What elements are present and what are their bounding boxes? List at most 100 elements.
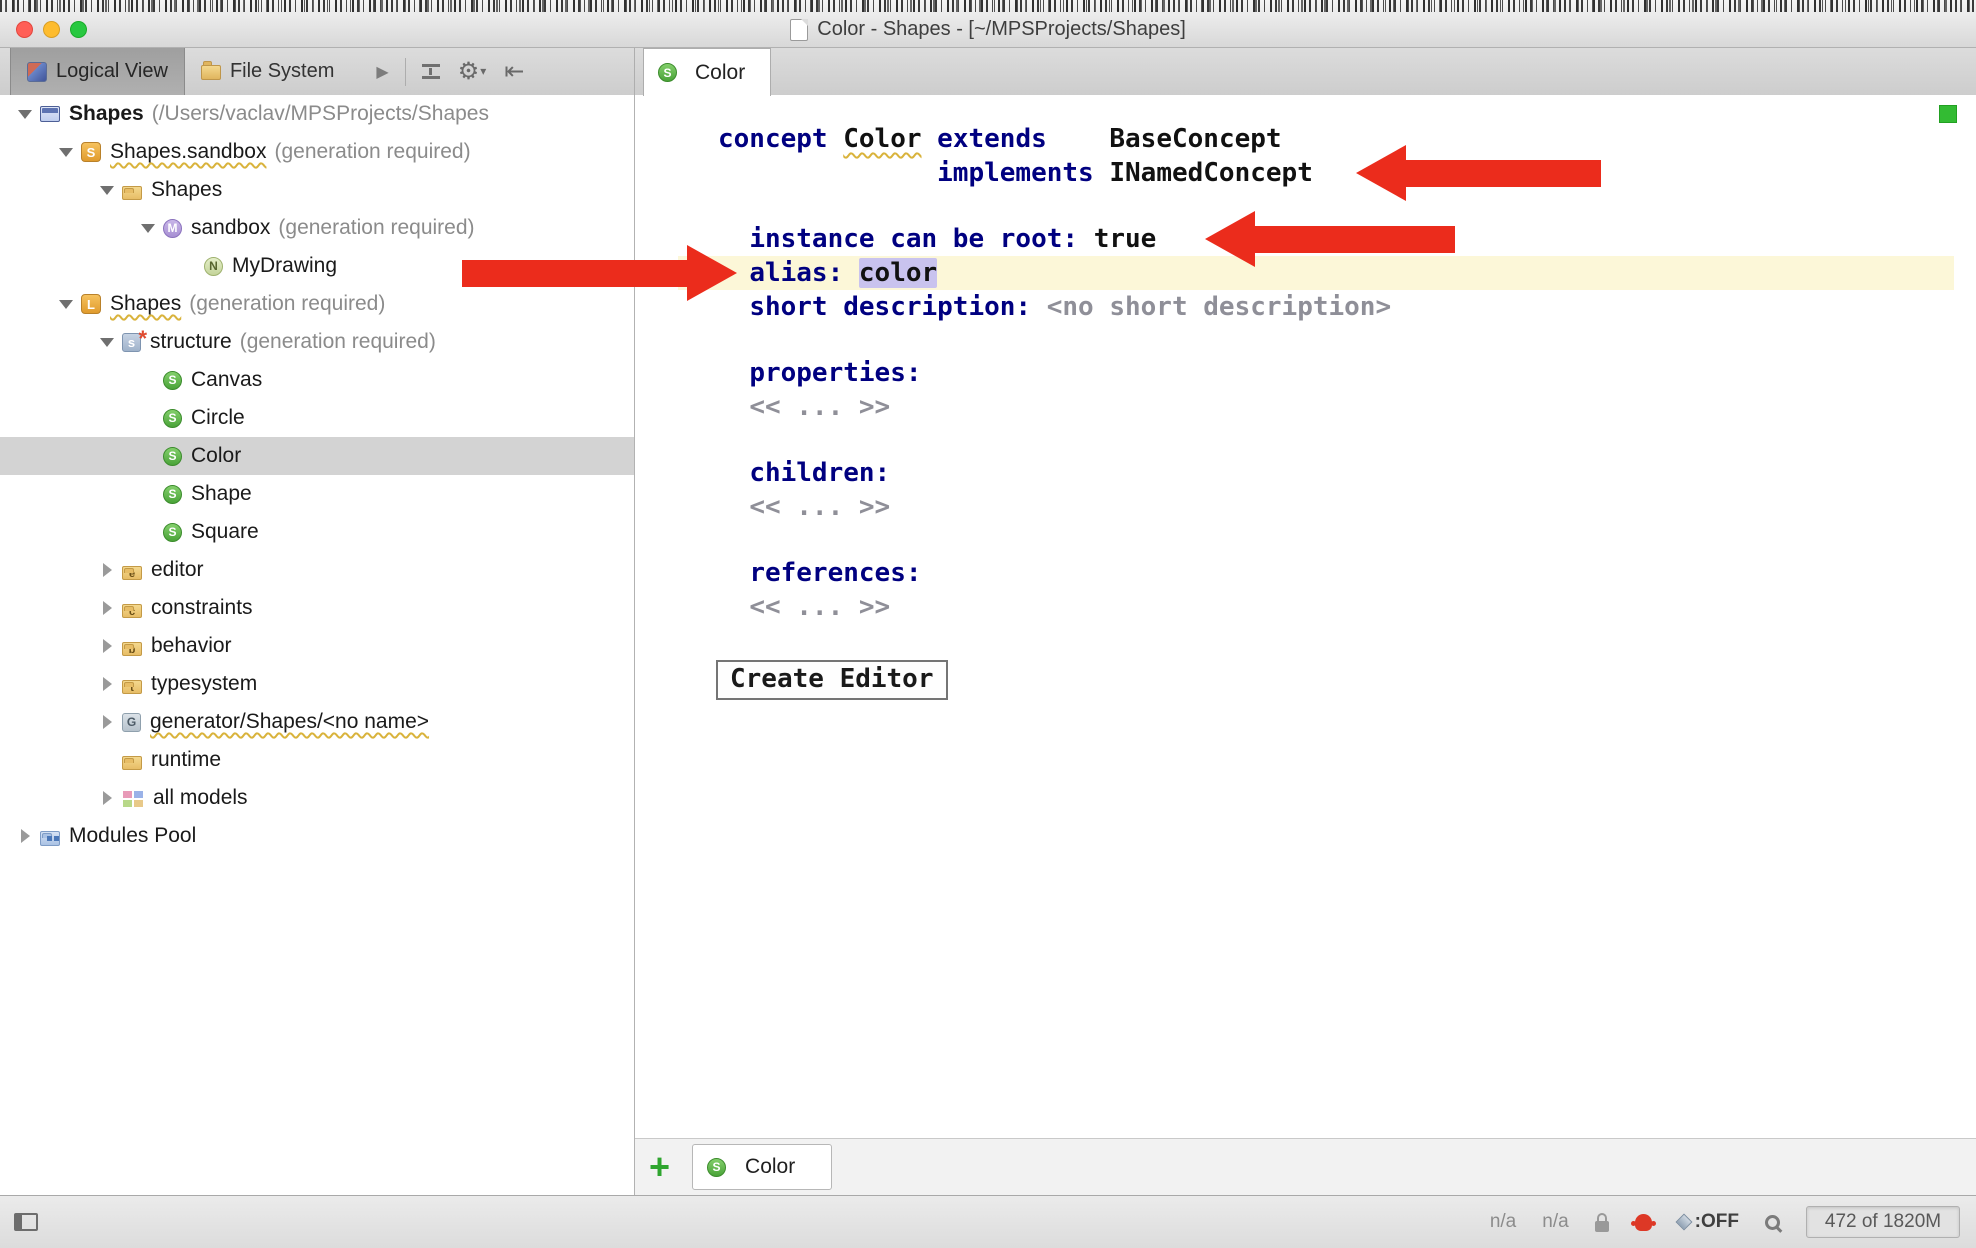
concept-icon: S bbox=[163, 523, 182, 542]
chevron-expanded-icon[interactable] bbox=[51, 148, 81, 157]
chevron-collapsed-icon[interactable] bbox=[10, 829, 40, 843]
code-line[interactable]: short description: <no short description… bbox=[678, 290, 1954, 324]
tree-item-label: editor bbox=[151, 558, 204, 582]
concept-icon: S bbox=[658, 63, 677, 82]
tree-row-editor[interactable]: e editor bbox=[0, 551, 634, 589]
tree-row-generator-shapes-no-name-[interactable]: Ggenerator/Shapes/<no name> bbox=[0, 703, 634, 741]
chevron-collapsed-icon[interactable] bbox=[92, 677, 122, 691]
chevron-collapsed-icon[interactable] bbox=[92, 639, 122, 653]
concept-icon-letter: S bbox=[713, 1161, 721, 1173]
module-s-icon: S bbox=[81, 142, 101, 162]
code-line[interactable]: << ... >> bbox=[678, 590, 1954, 624]
settings-gear-icon[interactable]: ⚙▾ bbox=[458, 60, 487, 84]
tree-item-label: MyDrawing bbox=[232, 254, 337, 278]
fullscreen-window-button[interactable] bbox=[70, 21, 87, 38]
migration-indicator[interactable]: :OFF bbox=[1678, 1211, 1739, 1233]
arrow-head bbox=[687, 245, 737, 301]
create-editor-button[interactable]: Create Editor bbox=[716, 660, 948, 700]
tree-row-shapes[interactable]: Shapes bbox=[0, 171, 634, 209]
memory-indicator[interactable]: 472 of 1820M bbox=[1806, 1206, 1960, 1238]
editor-tab-strip: + S Color bbox=[635, 1138, 1976, 1195]
tree-row-modules-pool[interactable]: Modules Pool bbox=[0, 817, 634, 855]
mps-window: Color - Shapes - [~/MPSProjects/Shapes] … bbox=[0, 0, 1976, 1248]
tree-row-shape[interactable]: SShape bbox=[0, 475, 634, 513]
chevron-expanded-icon[interactable] bbox=[92, 338, 122, 347]
tree-row-shapes-sandbox[interactable]: SShapes.sandbox(generation required) bbox=[0, 133, 634, 171]
window-titlebar: Color - Shapes - [~/MPSProjects/Shapes] bbox=[0, 12, 1976, 48]
tree-item-suffix: (/Users/vaclav/MPSProjects/Shapes bbox=[152, 102, 489, 126]
project-tree: Shapes(/Users/vaclav/MPSProjects/ShapesS… bbox=[0, 95, 634, 855]
tree-item-label: generator/Shapes/<no name> bbox=[150, 710, 429, 734]
code-line[interactable]: concept Color extends BaseConcept bbox=[678, 122, 1954, 156]
code-text bbox=[843, 258, 859, 288]
tree-row-structure[interactable]: sstructure(generation required) bbox=[0, 323, 634, 361]
model-m-icon: M bbox=[163, 219, 182, 238]
tree-row-canvas[interactable]: SCanvas bbox=[0, 361, 634, 399]
chevron-expanded-icon[interactable] bbox=[51, 300, 81, 309]
folder-e-icon-letter: e bbox=[129, 569, 135, 580]
logical-view-tab[interactable]: Logical View bbox=[10, 48, 185, 95]
tree-item-label: sandbox bbox=[191, 216, 270, 240]
code-line[interactable]: properties: bbox=[678, 356, 1954, 390]
tree-row-sandbox[interactable]: Msandbox(generation required) bbox=[0, 209, 634, 247]
code-keyword: alias: bbox=[749, 258, 843, 288]
tree-row-all-models[interactable]: all models bbox=[0, 779, 634, 817]
editor-tab-color[interactable]: S Color bbox=[643, 48, 771, 96]
minimize-window-button[interactable] bbox=[43, 21, 60, 38]
blank-line bbox=[678, 424, 1954, 456]
status-bar: n/a n/a :OFF 472 of 1820M bbox=[0, 1195, 1976, 1248]
status-encoding-indicator: n/a bbox=[1542, 1211, 1568, 1233]
tree-row-circle[interactable]: S Circle bbox=[0, 399, 634, 437]
concept-icon-letter: S bbox=[168, 412, 176, 424]
tree-item-label: behavior bbox=[151, 634, 232, 658]
generator-icon-letter: G bbox=[127, 716, 136, 728]
chevron-expanded-icon[interactable] bbox=[133, 224, 163, 233]
chevron-collapsed-icon[interactable] bbox=[92, 601, 122, 615]
model-m-icon-letter: M bbox=[168, 222, 178, 234]
tree-row-behavior[interactable]: b behavior bbox=[0, 627, 634, 665]
tree-item-label: Shapes.sandbox bbox=[110, 140, 266, 164]
chevron-collapsed-icon[interactable] bbox=[92, 715, 122, 729]
split-view-icon[interactable] bbox=[422, 64, 440, 79]
tree-row-constraints[interactable]: cconstraints bbox=[0, 589, 634, 627]
migration-label: :OFF bbox=[1695, 1211, 1739, 1233]
navigation-toolbar: Logical View File System ▶ ⚙▾ ⇤ S Color bbox=[0, 48, 1976, 96]
tree-item-label: all models bbox=[153, 786, 248, 810]
bottom-tab-color[interactable]: S Color bbox=[692, 1144, 832, 1190]
code-line[interactable]: << ... >> bbox=[678, 390, 1954, 424]
tree-item-label: Circle bbox=[191, 406, 245, 430]
chevron-collapsed-icon[interactable] bbox=[92, 563, 122, 577]
code-line[interactable]: references: bbox=[678, 556, 1954, 590]
chevron-expanded-icon[interactable] bbox=[92, 186, 122, 195]
search-icon[interactable] bbox=[1765, 1215, 1780, 1230]
code-line[interactable]: implements INamedConcept bbox=[678, 156, 1954, 190]
add-tab-button[interactable]: + bbox=[649, 1151, 670, 1183]
document-proxy-icon[interactable] bbox=[790, 19, 808, 41]
file-system-tab[interactable]: File System bbox=[185, 48, 350, 95]
close-window-button[interactable] bbox=[16, 21, 33, 38]
tree-item-label: Square bbox=[191, 520, 259, 544]
file-system-label: File System bbox=[230, 60, 334, 83]
title-area: Color - Shapes - [~/MPSProjects/Shapes] bbox=[0, 12, 1976, 47]
modules-pool-icon bbox=[40, 831, 60, 846]
tree-row-shapes[interactable]: Shapes(/Users/vaclav/MPSProjects/Shapes bbox=[0, 95, 634, 133]
toggle-toolwindows-icon[interactable] bbox=[14, 1213, 38, 1231]
code-text bbox=[718, 558, 749, 588]
expand-all-icon[interactable]: ▶ bbox=[376, 62, 388, 82]
tree-row-color[interactable]: SColor bbox=[0, 437, 634, 475]
code-text bbox=[1094, 158, 1110, 188]
hector-inspections-icon[interactable] bbox=[1635, 1214, 1652, 1231]
error-stripe-ok-indicator[interactable] bbox=[1939, 105, 1957, 123]
chevron-expanded-icon[interactable] bbox=[10, 110, 40, 119]
code-line[interactable]: << ... >> bbox=[678, 490, 1954, 524]
tree-row-typesystem[interactable]: ttypesystem bbox=[0, 665, 634, 703]
concept-icon-letter: S bbox=[168, 526, 176, 538]
tree-row-runtime[interactable]: runtime bbox=[0, 741, 634, 779]
tree-row-square[interactable]: S Square bbox=[0, 513, 634, 551]
scroll-from-source-icon[interactable]: ⇤ bbox=[504, 60, 524, 84]
lock-icon[interactable] bbox=[1595, 1221, 1609, 1232]
chevron-collapsed-icon[interactable] bbox=[92, 791, 122, 805]
folder-b-icon-letter: b bbox=[129, 645, 136, 656]
code-line[interactable]: children: bbox=[678, 456, 1954, 490]
folder-c-icon: c bbox=[122, 604, 142, 618]
